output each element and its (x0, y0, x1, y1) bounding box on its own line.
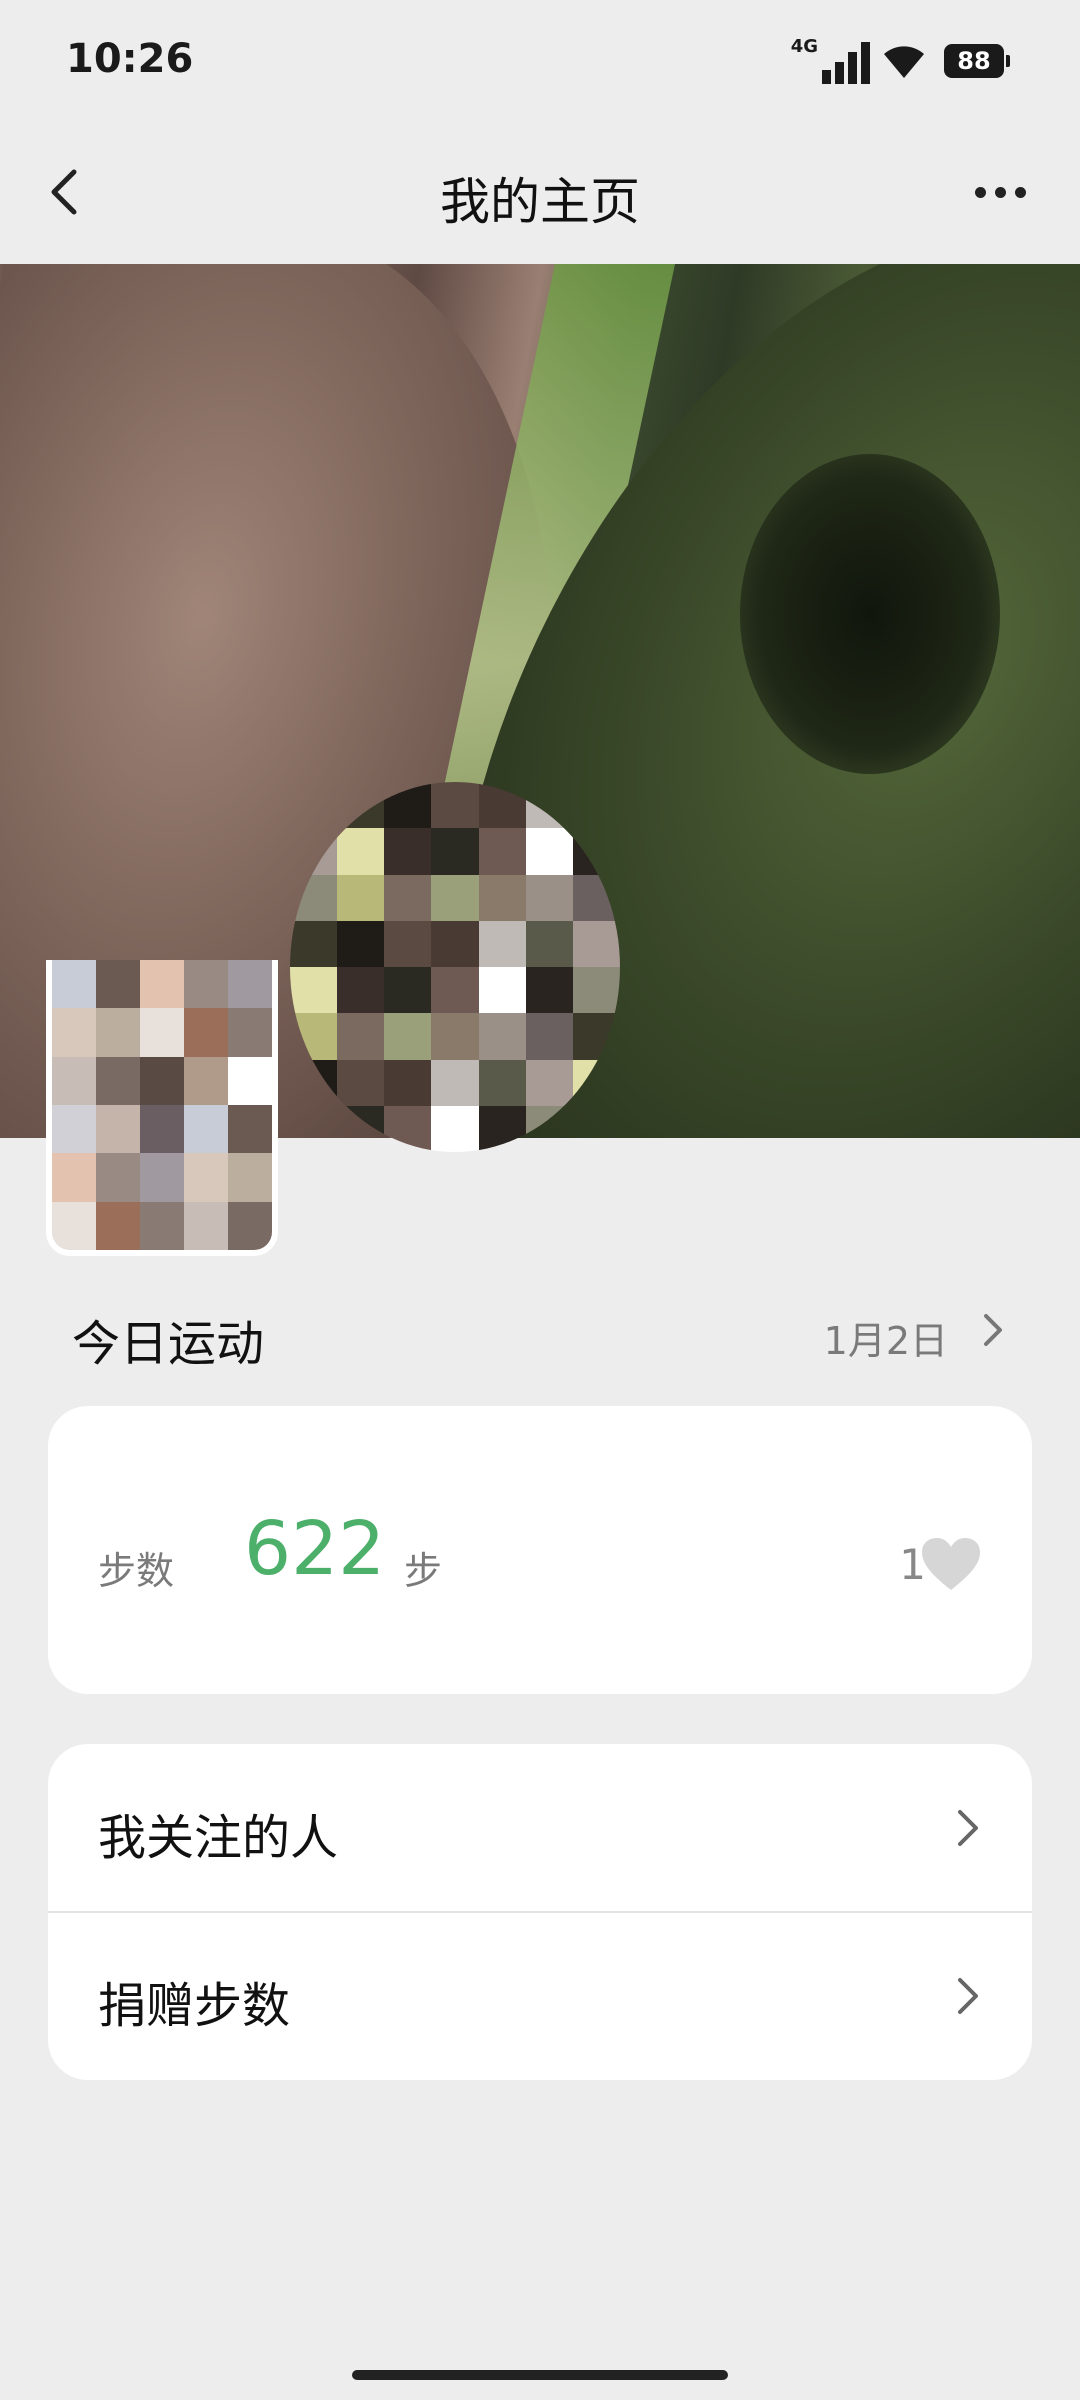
steps-card[interactable]: 步数 622 步 1 (48, 1406, 1032, 1694)
profile-picture[interactable] (46, 960, 278, 1256)
steps-label: 步数 (98, 1549, 175, 1593)
status-time: 10:26 (66, 36, 194, 82)
nav-bar: 我的主页 (0, 120, 1080, 264)
steps-unit: 步 (404, 1549, 443, 1593)
menu-item-label: 捐赠步数 (98, 1978, 291, 2034)
steps-value: 622 (244, 1506, 386, 1592)
like-button[interactable]: 1 (899, 1534, 982, 1594)
page-title: 我的主页 (440, 173, 640, 231)
signal-icon (822, 42, 870, 84)
menu-item-following[interactable]: 我关注的人 (48, 1744, 1032, 1913)
chevron-right-icon (958, 1978, 978, 2014)
heart-icon[interactable] (920, 1536, 982, 1592)
section-date[interactable]: 1月2日 (824, 1310, 948, 1365)
status-bar: 10:26 4G 88 (0, 0, 1080, 120)
home-indicator[interactable] (352, 2370, 728, 2380)
battery-icon: 88 (944, 44, 1010, 78)
section-title: 今日运动 (72, 1316, 265, 1372)
menu-card: 我关注的人 捐赠步数 (48, 1744, 1032, 2080)
menu-item-label: 我关注的人 (98, 1810, 339, 1866)
avatar[interactable] (290, 782, 620, 1152)
chevron-right-icon (958, 1810, 978, 1846)
menu-item-donate-steps[interactable]: 捐赠步数 (48, 1912, 1032, 2080)
more-options-icon[interactable] (960, 160, 1040, 224)
wifi-icon (884, 46, 924, 78)
today-exercise-header[interactable]: 今日运动 1月2日 (72, 1300, 1008, 1372)
chevron-right-icon[interactable] (978, 1310, 1008, 1350)
